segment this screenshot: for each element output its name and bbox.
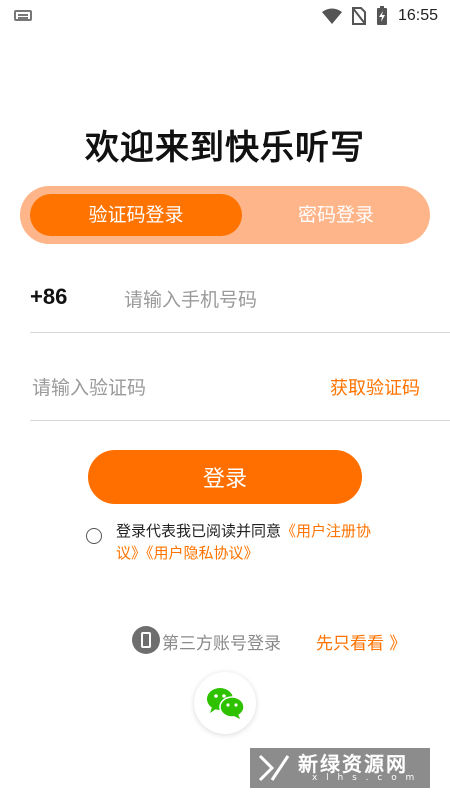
battery-charging-icon <box>376 6 387 25</box>
no-sim-icon <box>351 7 366 25</box>
agreement-text: 登录代表我已阅读并同意《用户注册协议》《用户隐私协议》 <box>116 520 386 564</box>
country-code[interactable]: +86 <box>30 284 67 310</box>
watermark-sub: x l h s . c o m <box>312 773 418 783</box>
wifi-icon <box>321 8 342 24</box>
phone-icon[interactable] <box>132 626 160 654</box>
phone-input[interactable] <box>122 280 426 320</box>
status-bar: 16:55 <box>0 0 450 32</box>
wechat-icon <box>207 688 245 719</box>
tab-password-login[interactable]: 密码登录 <box>242 186 430 244</box>
agree-radio[interactable] <box>86 528 102 544</box>
clock: 16:55 <box>397 7 438 24</box>
agreement-prefix: 登录代表我已阅读并同意 <box>116 522 282 540</box>
watermark-logo-icon <box>258 754 290 782</box>
tab-sms-code-login[interactable]: 验证码登录 <box>30 194 242 236</box>
keyboard-icon <box>14 10 32 21</box>
third-party-login: 第三方账号登录 先只看看 》 <box>132 626 412 656</box>
login-button[interactable]: 登录 <box>88 450 362 504</box>
watermark: 新绿资源网 x l h s . c o m <box>250 748 430 788</box>
third-party-label: 第三方账号登录 <box>162 634 281 654</box>
verification-code-input[interactable] <box>30 368 294 408</box>
code-field-row: 获取验证码 <box>30 358 450 421</box>
wechat-login-button[interactable] <box>194 672 256 734</box>
login-mode-tabs: 验证码登录 密码登录 <box>20 186 430 244</box>
phone-field-row: +86 <box>30 270 450 333</box>
privacy-agreement-link[interactable]: 《用户隐私协议》 <box>146 544 259 562</box>
browse-first-link[interactable]: 先只看看 》 <box>316 629 406 654</box>
page-title: 欢迎来到快乐听写 <box>85 128 365 168</box>
get-code-button[interactable]: 获取验证码 <box>330 374 420 400</box>
